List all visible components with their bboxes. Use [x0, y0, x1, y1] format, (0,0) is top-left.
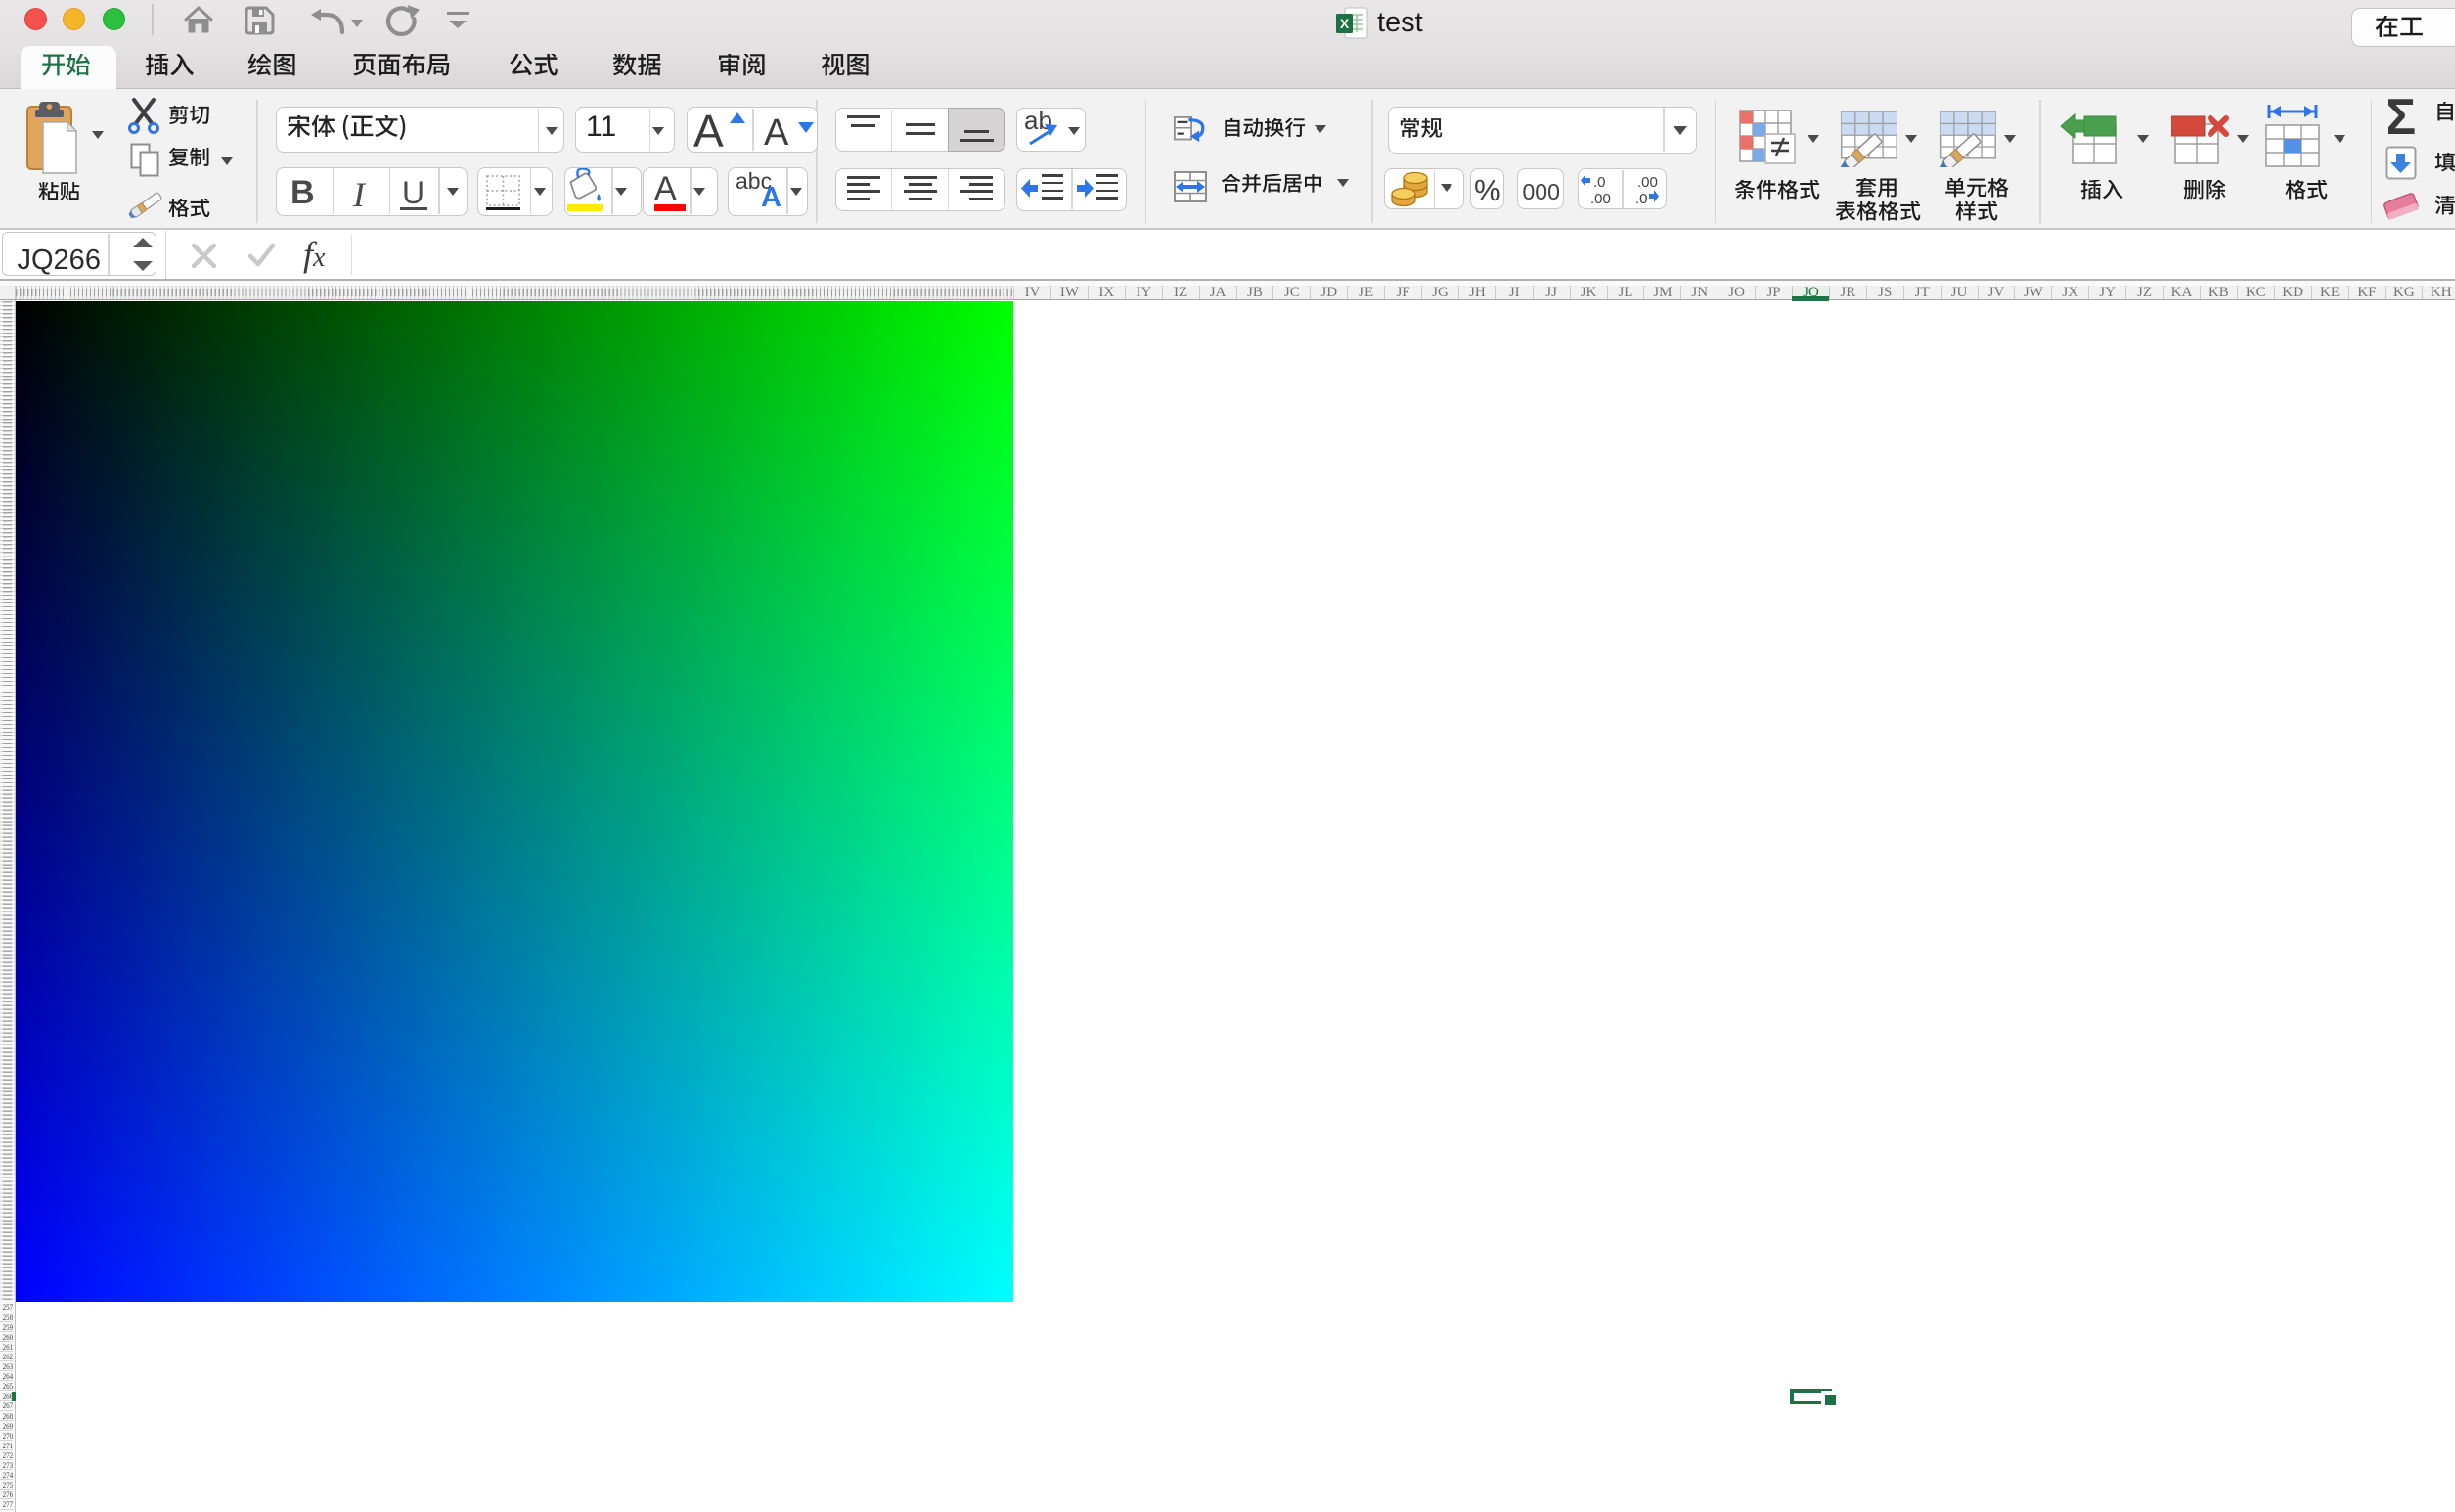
svg-text:.0: .0 [1593, 174, 1606, 191]
svg-text:.0: .0 [1635, 191, 1648, 205]
svg-text:.00: .00 [1590, 191, 1611, 205]
svg-text:.00: .00 [1637, 174, 1658, 191]
svg-text:X: X [1340, 16, 1350, 31]
